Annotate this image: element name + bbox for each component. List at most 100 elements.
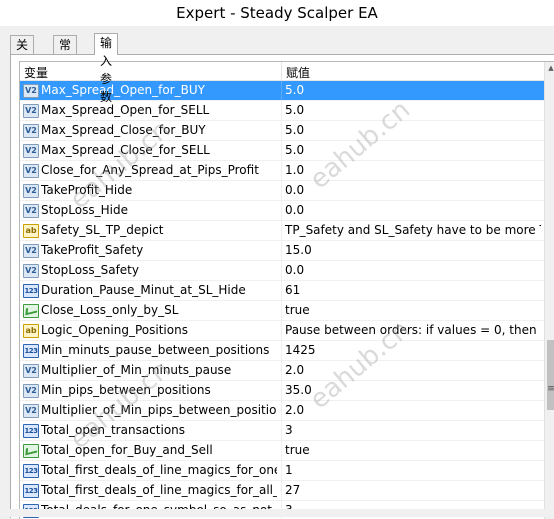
column-header-variable[interactable]: 变量 [24,64,48,81]
parameter-row[interactable]: Close_Loss_only_by_SL true [20,301,544,321]
double-type-icon: V2 [23,124,39,138]
parameter-value[interactable]: 5.0 [285,83,541,97]
parameter-row[interactable]: Total_open_for_Buy_and_Sell true [20,441,544,461]
parameter-value[interactable]: 1425 [285,343,541,357]
cell-divider [281,141,282,160]
parameter-row[interactable]: V2 Multiplier_of_Min_minuts_pause 2.0 [20,361,544,381]
parameter-name: StopLoss_Safety [41,263,139,277]
column-header-value[interactable]: 赋值 [286,64,310,81]
tab-about[interactable]: 关于 [10,35,35,70]
parameter-value[interactable]: 1.0 [285,163,541,177]
cell-divider [281,161,282,180]
parameter-row[interactable]: V2 Close_for_Any_Spread_at_Pips_Profit 1.0 [20,161,544,181]
double-type-icon: V2 [23,364,39,378]
int-type-icon: 123 [23,284,39,298]
parameter-value[interactable]: 5.0 [285,143,541,157]
tab-inputs[interactable]: 输入参数 [94,33,119,104]
tab-common[interactable]: 常用 [53,35,78,70]
cell-divider [281,381,282,400]
parameter-name: Max_Spread_Close_for_SELL [41,143,210,157]
cell-divider [281,481,282,500]
string-type-icon: ab [23,224,39,238]
parameter-row[interactable]: V2 TakeProfit_Safety 15.0 [20,241,544,261]
cell-divider [281,361,282,380]
parameter-name: Max_Spread_Open_for_SELL [41,103,210,117]
string-type-icon: ab [23,324,39,338]
parameter-value[interactable]: 35.0 [285,383,541,397]
parameter-name: Total_first_deals_of_line_magics_for_all… [41,483,277,497]
parameter-name: Duration_Pause_Minut_at_SL_Hide [41,283,246,297]
parameter-value[interactable]: 0.0 [285,183,541,197]
cell-divider [281,241,282,260]
parameter-name: TakeProfit_Hide [41,183,133,197]
parameter-name: Close_Loss_only_by_SL [41,303,179,317]
int-type-icon: 123 [23,344,39,358]
parameter-rows: V2 Max_Spread_Open_for_BUY 5.0 V2 Max_Spread… [20,81,544,519]
parameter-name: TakeProfit_Safety [41,243,144,257]
int-type-icon: 123 [23,424,39,438]
parameter-value[interactable]: 0.0 [285,263,541,277]
parameter-value[interactable]: 2.0 [285,363,541,377]
inputs-panel: 变量 赋值 V2 Max_Spread_Open_for_BUY 5.0 V2 Max_… [10,54,554,519]
cell-divider [281,81,282,100]
parameter-name: Total_first_deals_of_line_magics_for_one… [41,463,277,477]
double-type-icon: V2 [23,84,39,98]
parameter-value[interactable]: 3 [285,423,541,437]
parameter-row[interactable]: V2 Min_pips_between_positions 35.0 [20,381,544,401]
parameter-value[interactable]: true [285,443,541,457]
horizontal-scrollbar[interactable] [0,509,554,517]
parameter-name: Close_for_Any_Spread_at_Pips_Profit [41,163,259,177]
parameter-row[interactable]: V2 StopLoss_Safety 0.0 [20,261,544,281]
scrollbar-thumb[interactable] [547,340,554,410]
parameter-value[interactable]: 27 [285,483,541,497]
cell-divider [281,301,282,320]
parameter-value[interactable]: 2.0 [285,403,541,417]
parameter-row[interactable]: 123 Duration_Pause_Minut_at_SL_Hide 61 [20,281,544,301]
column-divider[interactable] [281,62,282,80]
parameter-row[interactable]: 123 Min_minuts_pause_between_positions 142… [20,341,544,361]
parameter-row[interactable]: V2 StopLoss_Hide 0.0 [20,201,544,221]
parameter-value[interactable]: true [285,303,541,317]
parameter-name: Min_minuts_pause_between_positions [41,343,270,357]
parameter-row[interactable]: ab Safety_SL_TP_depict TP_Safety and SL_Sa… [20,221,544,241]
cell-divider [281,201,282,220]
parameter-row[interactable]: V2 TakeProfit_Hide 0.0 [20,181,544,201]
parameter-value[interactable]: TP_Safety and SL_Safety have to be more … [285,223,541,237]
cell-divider [281,281,282,300]
parameter-row[interactable]: V2 Max_Spread_Close_for_BUY 5.0 [20,121,544,141]
parameter-row[interactable]: V2 Max_Spread_Open_for_SELL 5.0 [20,101,544,121]
vertical-scrollbar[interactable]: ▲ ≡ [544,62,554,519]
cell-divider [281,181,282,200]
cell-divider [281,401,282,420]
parameter-value[interactable]: 0.0 [285,203,541,217]
parameter-name: StopLoss_Hide [41,203,128,217]
parameter-row[interactable]: V2 Multiplier_of_Min_pips_between_positio… [20,401,544,421]
parameter-name: Min_pips_between_positions [41,383,211,397]
parameter-name: Multiplier_of_Min_pips_between_positions [41,403,277,417]
parameter-row[interactable]: 123 Total_first_deals_of_line_magics_for_… [20,481,544,501]
int-type-icon: 123 [23,464,39,478]
parameter-row[interactable]: 123 Total_first_deals_of_line_magics_for_… [20,461,544,481]
parameter-row[interactable]: V2 Max_Spread_Close_for_SELL 5.0 [20,141,544,161]
parameter-row[interactable]: V2 Max_Spread_Open_for_BUY 5.0 [20,81,544,101]
double-type-icon: V2 [23,384,39,398]
cell-divider [281,221,282,240]
parameter-value[interactable]: 5.0 [285,103,541,117]
cell-divider [281,101,282,120]
cell-divider [281,321,282,340]
parameter-value[interactable]: 5.0 [285,123,541,137]
parameter-row[interactable]: ab Logic_Opening_Positions Pause between o… [20,321,544,341]
parameter-value[interactable]: 15.0 [285,243,541,257]
parameter-value[interactable]: 61 [285,283,541,297]
bool-type-icon [23,304,39,318]
title-bar: Expert - Steady Scalper EA [0,0,554,27]
parameter-value[interactable]: Pause between orders: if values = 0, the… [285,323,541,337]
parameter-row[interactable]: 123 Total_open_transactions 3 [20,421,544,441]
parameter-name: Safety_SL_TP_depict [41,223,164,237]
scroll-up-arrow-icon[interactable]: ▲ [545,62,554,74]
parameters-grid: 变量 赋值 V2 Max_Spread_Open_for_BUY 5.0 V2 Max_… [19,61,554,519]
parameter-name: Total_open_for_Buy_and_Sell [41,443,213,457]
scroll-grip-icon: ≡ [546,384,554,394]
parameter-value[interactable]: 1 [285,463,541,477]
double-type-icon: V2 [23,164,39,178]
